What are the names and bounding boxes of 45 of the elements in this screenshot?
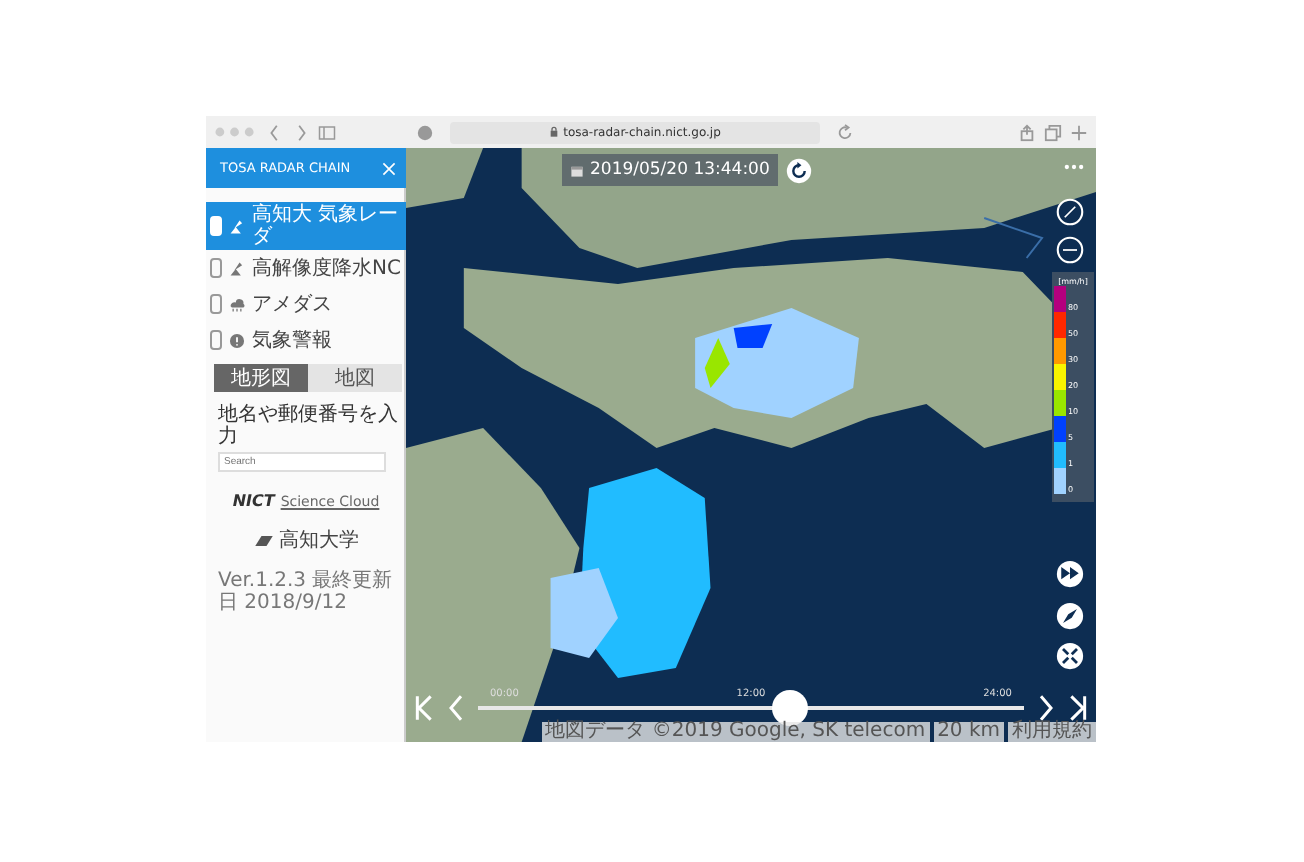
layer-label: 高知大 気象レーダ xyxy=(252,204,401,248)
heavy-rain-area xyxy=(704,338,730,388)
minus-circle-icon[interactable] xyxy=(1056,236,1084,264)
terms-link[interactable]: 利用規約 xyxy=(1008,722,1096,742)
close-icon[interactable] xyxy=(382,161,396,175)
map-drawing[interactable] xyxy=(406,148,1096,742)
reload-icon[interactable] xyxy=(836,123,854,141)
search-label: 地名や郵便番号を入力 xyxy=(218,404,398,448)
expand-icon[interactable] xyxy=(1056,642,1084,670)
refresh-icon[interactable] xyxy=(785,157,812,183)
scale-label: 20 km xyxy=(933,722,1004,742)
lock-icon xyxy=(549,126,558,138)
calendar-icon xyxy=(570,163,584,177)
compass-icon[interactable] xyxy=(1056,602,1084,630)
warning-icon xyxy=(228,331,246,349)
more-icon[interactable] xyxy=(1064,164,1084,170)
skip-to-end-icon[interactable] xyxy=(1068,694,1088,722)
map-type-tab[interactable]: 地図 xyxy=(308,364,402,392)
layer-label: アメダス xyxy=(252,293,332,315)
logo-text[interactable]: 高知大学 xyxy=(279,526,359,554)
window-controls-icon[interactable] xyxy=(214,126,258,138)
map-attribution: 地図データ ©2019 Google, SK telecom xyxy=(541,722,930,742)
skip-to-start-icon[interactable] xyxy=(414,694,434,722)
datetime-display[interactable]: 2019/05/20 13:44:00 xyxy=(562,154,778,186)
plus-icon[interactable] xyxy=(1070,123,1088,141)
tabs-icon[interactable] xyxy=(1044,123,1062,141)
map-type-tab[interactable]: 地形図 xyxy=(214,364,308,392)
layer-item[interactable]: 高解像度降水NC xyxy=(206,250,406,286)
version-text: Ver.1.2.3 最終更新日 2018/9/12 xyxy=(218,570,395,614)
layer-label: 高解像度降水NC xyxy=(252,257,401,279)
next-icon[interactable] xyxy=(1036,694,1056,722)
previous-icon[interactable] xyxy=(446,694,466,722)
fast-forward-icon[interactable] xyxy=(1056,560,1084,588)
rain-cloud-icon xyxy=(228,295,246,313)
heavy-rain-area xyxy=(733,324,773,348)
radar-dish-icon xyxy=(228,259,246,277)
layer-item[interactable]: 高知大 気象レーダ xyxy=(206,202,406,250)
layer-label: 気象警報 xyxy=(252,329,332,351)
radar-dish-icon xyxy=(228,217,246,235)
layer-item[interactable]: 気象警報 xyxy=(206,322,406,358)
sidebar-icon[interactable] xyxy=(318,123,336,141)
datetime-text: 2019/05/20 13:44:00 xyxy=(590,160,770,180)
layer-item[interactable]: アメダス xyxy=(206,286,406,322)
nict-logo-mark: NICT xyxy=(232,492,275,510)
share-icon[interactable] xyxy=(1018,123,1036,141)
